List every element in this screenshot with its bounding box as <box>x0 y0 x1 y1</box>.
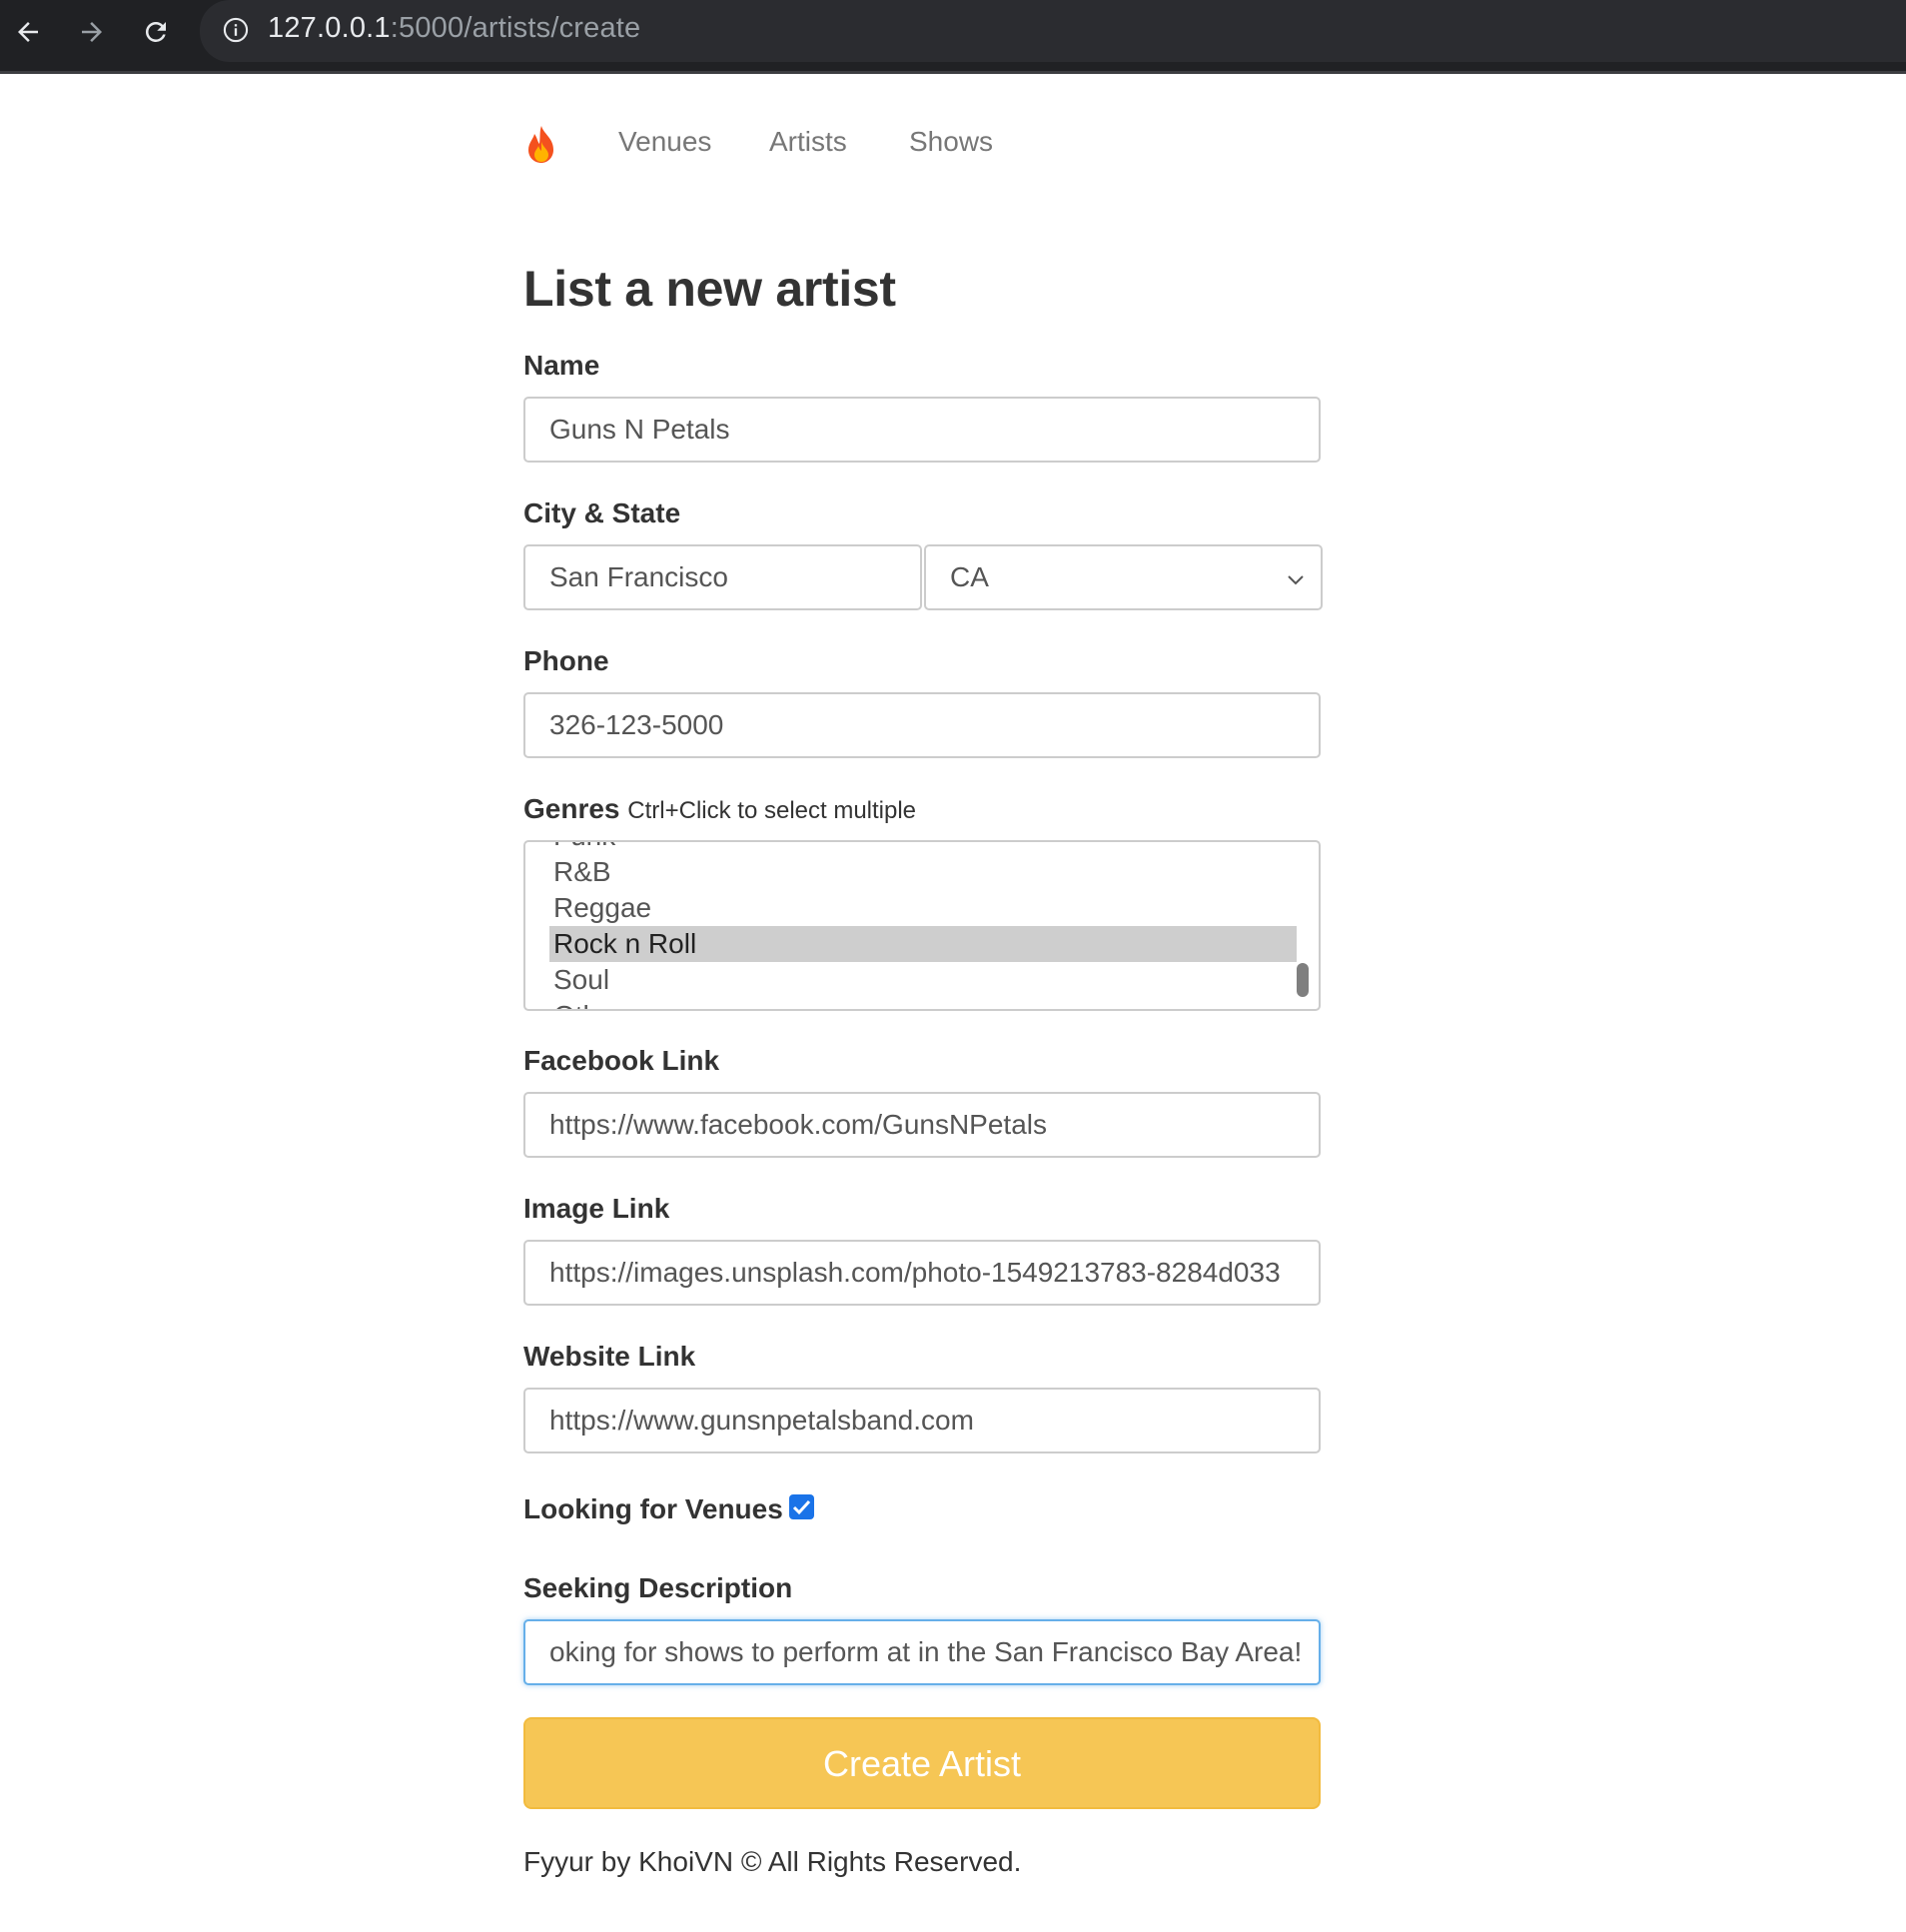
facebook-label: Facebook Link <box>523 1045 720 1076</box>
facebook-input[interactable]: https://www.facebook.com/GunsNPetals <box>523 1092 1321 1158</box>
phone-label: Phone <box>523 645 609 676</box>
nav-link-shows[interactable]: Shows <box>909 126 993 158</box>
nav-link-venues[interactable]: Venues <box>618 126 711 158</box>
genre-option[interactable]: Other <box>549 998 1297 1009</box>
back-button[interactable] <box>4 8 52 56</box>
name-label: Name <box>523 350 600 381</box>
browser-toolbar: 127.0.0.1:5000/artists/create <box>0 0 1906 74</box>
url-text[interactable]: 127.0.0.1:5000/artists/create <box>268 12 640 45</box>
info-icon[interactable] <box>222 16 250 44</box>
nav-link-artists[interactable]: Artists <box>769 126 847 158</box>
state-select[interactable]: CA <box>924 544 1323 610</box>
genre-option-selected[interactable]: Rock n Roll <box>549 926 1297 962</box>
genres-label-text: Genres <box>523 793 620 824</box>
city-input[interactable]: San Francisco <box>523 544 922 610</box>
website-input[interactable]: https://www.gunsnpetalsband.com <box>523 1388 1321 1453</box>
looking-for-venues-label: Looking for Venues <box>523 1493 783 1524</box>
genres-label: Genres Ctrl+Click to select multiple <box>523 793 916 825</box>
genre-option[interactable]: Soul <box>549 962 1297 998</box>
genres-hint: Ctrl+Click to select multiple <box>627 797 917 824</box>
city-state-label: City & State <box>523 497 681 528</box>
image-input[interactable]: https://images.unsplash.com/photo-154921… <box>523 1240 1321 1306</box>
genre-option[interactable]: Funk <box>549 842 1297 854</box>
looking-for-venues-checkbox[interactable] <box>789 1494 814 1519</box>
genres-multiselect[interactable]: Funk R&B Reggae Rock n Roll Soul Other <box>523 840 1321 1011</box>
website-label: Website Link <box>523 1341 696 1372</box>
reload-icon <box>145 21 166 42</box>
image-label: Image Link <box>523 1193 670 1224</box>
arrow-left-icon <box>18 22 38 42</box>
genre-option[interactable]: R&B <box>549 854 1297 890</box>
name-input[interactable]: Guns N Petals <box>523 397 1321 463</box>
check-icon <box>792 1499 811 1515</box>
create-artist-button[interactable]: Create Artist <box>523 1717 1321 1809</box>
forward-button[interactable] <box>68 8 116 56</box>
chevron-down-icon <box>1288 575 1304 585</box>
page-title: List a new artist <box>523 261 896 317</box>
seeking-description-label: Seeking Description <box>523 1572 793 1603</box>
reload-button[interactable] <box>132 8 180 56</box>
genre-option[interactable]: Reggae <box>549 890 1297 926</box>
url-host: 127.0.0.1 <box>268 12 391 44</box>
fire-logo-icon[interactable] <box>523 124 559 164</box>
state-selected-value: CA <box>950 561 989 592</box>
listbox-scrollbar[interactable] <box>1297 963 1309 997</box>
footer-text: Fyyur by KhoiVN © All Rights Reserved. <box>523 1846 1022 1877</box>
phone-input[interactable]: 326-123-5000 <box>523 692 1321 758</box>
seeking-description-input[interactable]: oking for shows to perform at in the San… <box>523 1619 1321 1685</box>
arrow-right-icon <box>82 22 102 42</box>
url-path: :5000/artists/create <box>390 12 641 44</box>
